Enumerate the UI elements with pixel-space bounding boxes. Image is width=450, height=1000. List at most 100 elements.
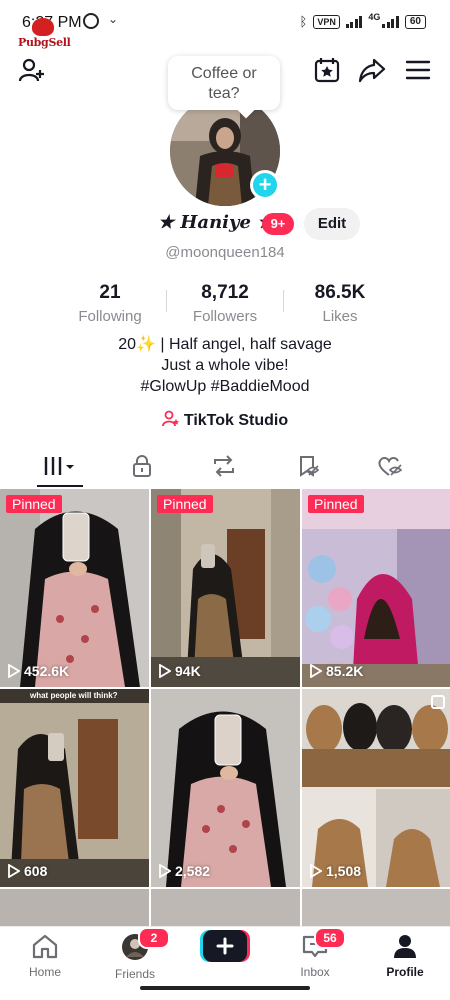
view-count-value: 2,582 bbox=[175, 863, 211, 879]
signal-icon bbox=[345, 15, 363, 28]
inbox-badge: 56 bbox=[314, 927, 346, 949]
friends-badge: 2 bbox=[138, 927, 170, 949]
view-count: 1,508 bbox=[310, 863, 361, 879]
signal-icon-2 bbox=[382, 15, 399, 28]
name-badge[interactable]: 9+ bbox=[262, 213, 294, 235]
username: @moonqueen184 bbox=[165, 244, 285, 261]
play-icon bbox=[310, 664, 322, 678]
view-count: 2,582 bbox=[159, 863, 210, 879]
video-tile[interactable]: Pinned 85.2K bbox=[302, 489, 450, 687]
pinned-badge: Pinned bbox=[308, 495, 364, 513]
stat-label: Followers bbox=[192, 308, 258, 325]
view-count: 85.2K bbox=[310, 663, 363, 679]
active-tab-indicator bbox=[37, 485, 83, 487]
stat-label: Following bbox=[78, 308, 142, 325]
share-icon[interactable] bbox=[358, 56, 386, 84]
tab-reposts[interactable] bbox=[179, 446, 269, 486]
video-tile[interactable] bbox=[0, 889, 149, 929]
play-icon bbox=[8, 664, 20, 678]
tiktok-studio-link[interactable]: TikTok Studio bbox=[0, 410, 450, 430]
menu-icon[interactable] bbox=[404, 56, 432, 84]
pinned-badge: Pinned bbox=[6, 495, 62, 513]
tab-private[interactable] bbox=[97, 446, 187, 486]
view-count-value: 452.6K bbox=[24, 663, 70, 679]
play-icon bbox=[159, 664, 171, 678]
edit-profile-button[interactable]: Edit bbox=[304, 208, 360, 240]
stat-value: 86.5K bbox=[314, 282, 366, 303]
stat-label: Likes bbox=[322, 308, 358, 325]
bookmark-eye-icon bbox=[300, 456, 320, 477]
video-tile[interactable]: Pinned 94K bbox=[151, 489, 300, 687]
view-count: 608 bbox=[8, 863, 47, 879]
watermark-text: PubgSell bbox=[18, 36, 71, 49]
nav-home[interactable]: Home bbox=[0, 933, 90, 979]
add-friend-icon[interactable] bbox=[18, 56, 46, 84]
watermark-emblem bbox=[32, 18, 54, 36]
stat-value: 21 bbox=[99, 282, 121, 303]
video-tile[interactable]: 1,508 bbox=[302, 689, 450, 887]
tab-videos[interactable] bbox=[15, 446, 105, 486]
videos-grid-icon bbox=[44, 457, 74, 475]
nav-label: Home bbox=[28, 965, 61, 979]
video-caption: what people will think? bbox=[30, 691, 118, 700]
video-thumbnail bbox=[0, 689, 149, 887]
bluetooth-icon: ᛒ bbox=[299, 14, 308, 29]
profile-tabs bbox=[0, 446, 450, 488]
multi-photo-icon bbox=[431, 695, 445, 709]
view-count-value: 608 bbox=[24, 863, 48, 879]
view-count-value: 85.2K bbox=[326, 663, 364, 679]
vpn-badge: VPN bbox=[313, 14, 340, 29]
stat-followers[interactable]: 8,712 Followers bbox=[165, 282, 285, 325]
note-text-line1: Coffee or bbox=[191, 65, 257, 82]
bio: 20✨ | Half angel, half savage Just a who… bbox=[0, 334, 450, 397]
pinned-badge: Pinned bbox=[157, 495, 213, 513]
studio-icon bbox=[161, 410, 179, 427]
heart-eye-icon bbox=[378, 457, 403, 476]
nav-label: Inbox bbox=[300, 965, 330, 979]
stat-following[interactable]: 21 Following bbox=[50, 282, 170, 325]
stat-likes[interactable]: 86.5K Likes bbox=[280, 282, 400, 325]
add-story-button[interactable]: + bbox=[250, 170, 280, 200]
video-thumbnail bbox=[151, 689, 300, 887]
view-count-value: 1,508 bbox=[326, 863, 362, 879]
video-tile[interactable] bbox=[151, 889, 300, 929]
video-thumbnail bbox=[151, 489, 300, 687]
bio-line: Just a whole vibe! bbox=[161, 357, 289, 374]
video-tile[interactable]: Pinned 452.6K bbox=[0, 489, 149, 687]
nav-label: Friends bbox=[114, 967, 155, 981]
repost-icon bbox=[214, 455, 234, 477]
view-count-value: 94K bbox=[175, 663, 201, 679]
video-thumbnail bbox=[302, 689, 450, 887]
nav-profile[interactable]: Profile bbox=[360, 933, 450, 979]
network-type: 4G bbox=[368, 11, 381, 22]
alarm-icon bbox=[83, 13, 99, 29]
watermark-logo: PubgSell bbox=[18, 18, 71, 49]
calendar-star-icon[interactable] bbox=[313, 56, 341, 84]
stat-value: 8,712 bbox=[201, 282, 249, 303]
view-count: 452.6K bbox=[8, 663, 69, 679]
battery-icon: 60 bbox=[404, 14, 426, 29]
chevron-down-icon: ⌄ bbox=[108, 12, 119, 26]
video-thumbnail bbox=[302, 489, 450, 687]
video-tile[interactable]: 2,582 bbox=[151, 689, 300, 887]
play-icon bbox=[8, 864, 20, 878]
view-count: 94K bbox=[159, 663, 201, 679]
video-tile[interactable] bbox=[302, 889, 450, 929]
nav-label: Profile bbox=[386, 965, 424, 979]
video-tile[interactable]: what people will think? 608 bbox=[0, 689, 149, 887]
video-thumbnail bbox=[0, 489, 149, 687]
home-icon bbox=[32, 934, 58, 959]
tab-favorites[interactable] bbox=[263, 446, 353, 486]
lock-icon bbox=[133, 455, 151, 477]
play-icon bbox=[159, 864, 171, 878]
profile-icon bbox=[394, 935, 416, 958]
bio-line: #GlowUp #BaddieMood bbox=[140, 378, 310, 395]
studio-label: TikTok Studio bbox=[183, 412, 289, 429]
create-button[interactable] bbox=[200, 930, 250, 962]
note-bubble[interactable]: Coffee or tea? bbox=[168, 56, 280, 110]
home-indicator bbox=[140, 986, 310, 990]
status-icons: ᛒ VPN 4G 60 bbox=[299, 11, 426, 29]
bio-line: 20✨ | Half angel, half savage bbox=[118, 336, 332, 353]
tab-liked[interactable] bbox=[345, 446, 435, 486]
note-text-line2: tea? bbox=[208, 85, 240, 102]
